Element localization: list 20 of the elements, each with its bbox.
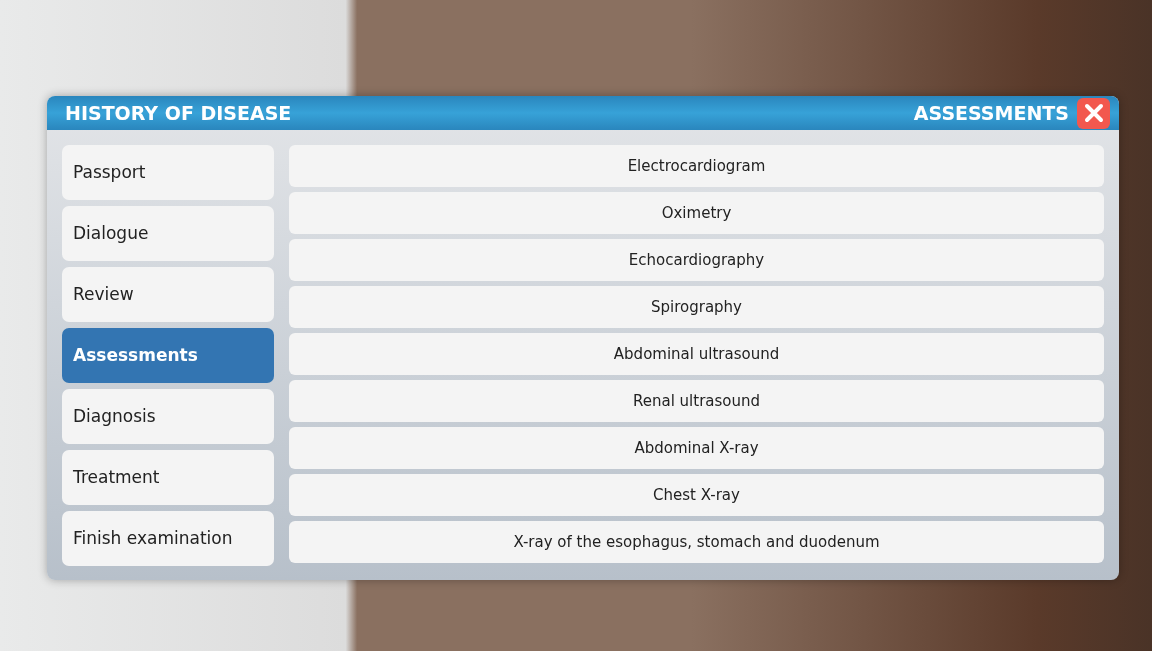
assessment-button[interactable]: Echocardiography xyxy=(289,239,1104,281)
assessment-button[interactable]: Oximetry xyxy=(289,192,1104,234)
sidebar-tab[interactable]: Finish examination xyxy=(62,511,274,566)
close-icon xyxy=(1083,103,1104,123)
assessment-button[interactable]: Spirography xyxy=(289,286,1104,328)
sidebar-tab[interactable]: Diagnosis xyxy=(62,389,274,444)
sidebar-tab[interactable]: Review xyxy=(62,267,274,322)
assessment-button[interactable]: Electrocardiogram xyxy=(289,145,1104,187)
assessment-button[interactable]: X-ray of the esophagus, stomach and duodenum xyxy=(289,521,1104,563)
close-button[interactable] xyxy=(1077,97,1110,129)
sidebar-tab[interactable]: Assessments xyxy=(62,328,274,383)
panel-title: HISTORY OF DISEASE xyxy=(65,100,292,126)
section-title: ASSESSMENTS xyxy=(913,100,1069,126)
assessment-button[interactable]: Renal ultrasound xyxy=(289,380,1104,422)
sidebar-tab[interactable]: Dialogue xyxy=(62,206,274,261)
assessment-button[interactable]: Abdominal ultrasound xyxy=(289,333,1104,375)
assessment-button[interactable]: Abdominal X-ray xyxy=(289,427,1104,469)
assessment-button[interactable]: Chest X-ray xyxy=(289,474,1104,516)
sidebar-tab[interactable]: Passport xyxy=(62,145,274,200)
sidebar-tab[interactable]: Treatment xyxy=(62,450,274,505)
